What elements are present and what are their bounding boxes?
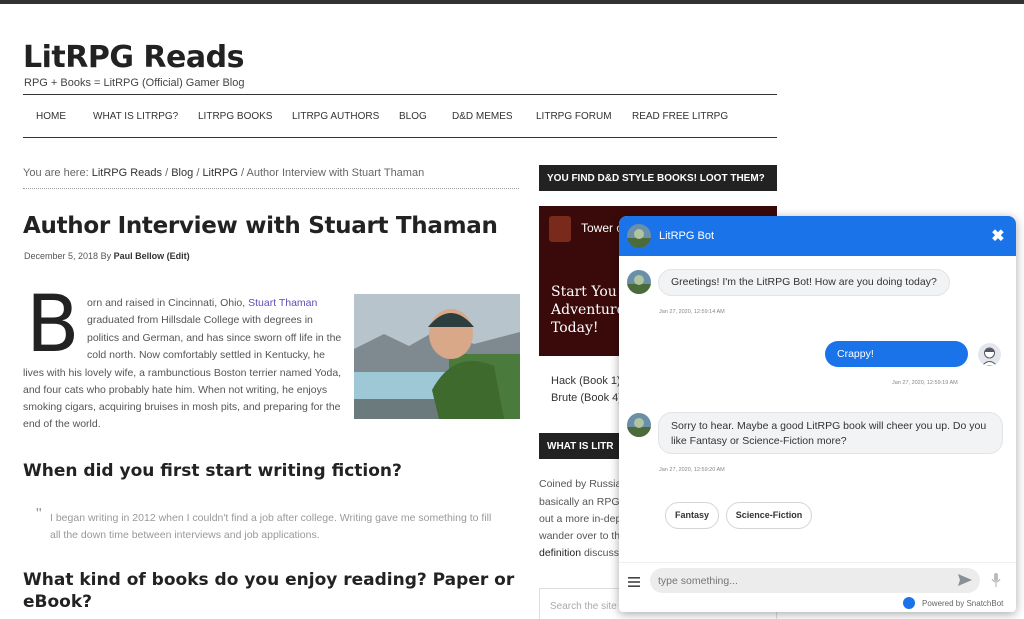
post-date: December 5, 2018 — [24, 251, 99, 261]
intro-line: politics and German, and has since sworn… — [87, 332, 342, 344]
bot-message-line: Sorry to hear. Maybe a good LitRPG book … — [671, 420, 987, 432]
chat-message-input[interactable] — [650, 568, 980, 593]
intro-line: end of the world. — [23, 418, 101, 430]
nav-item-home[interactable]: HOME — [36, 111, 66, 122]
bot-message: Sorry to hear. Maybe a good LitRPG book … — [658, 412, 1003, 454]
nav-item-dnd-memes[interactable]: D&D MEMES — [452, 111, 513, 122]
site-title[interactable]: LitRPG Reads — [23, 40, 244, 75]
definition-tail: discuss — [581, 547, 619, 559]
chat-title: LitRPG Bot — [659, 230, 715, 242]
quick-reply-science-fiction[interactable]: Science-Fiction — [726, 502, 812, 529]
bot-avatar — [627, 413, 651, 437]
send-icon[interactable] — [957, 572, 973, 588]
message-timestamp: Jan 27, 2020, 12:59:14 AM — [659, 309, 725, 315]
definition-link[interactable]: definition — [539, 547, 581, 559]
chat-input-row — [619, 562, 1016, 594]
banner-title: Tower o — [581, 221, 624, 235]
nav-item-litrpg-authors[interactable]: LITRPG AUTHORS — [292, 111, 379, 122]
nav-item-litrpg-books[interactable]: LITRPG BOOKS — [198, 111, 272, 122]
bot-avatar — [627, 270, 651, 294]
bot-message-line: like Fantasy or Science-Fiction more? — [671, 435, 847, 447]
breadcrumb-separator: / — [196, 167, 200, 179]
powered-by-link[interactable]: Powered by SnatchBot — [922, 599, 1003, 608]
sidebar-text: basically an RPG — [539, 496, 620, 508]
drop-cap: B — [26, 280, 80, 370]
sidebar-widget-title: YOU FIND D&D STYLE BOOKS! LOOT THEM? — [539, 165, 777, 191]
intro-text: orn and raised in Cincinnati, Ohio, — [87, 297, 246, 309]
breadcrumb-separator: / — [240, 167, 245, 179]
author-name-link[interactable]: Stuart Thaman — [248, 297, 317, 309]
top-border — [0, 0, 1024, 4]
breadcrumb: You are here: LitRPG Reads / Blog / LitR… — [23, 167, 519, 189]
bot-avatar — [627, 224, 651, 248]
section-heading: When did you first start writing fiction… — [23, 461, 402, 481]
mic-icon[interactable] — [991, 572, 1001, 588]
nav-item-what-is-litrpg[interactable]: WHAT IS LITRPG? — [93, 111, 178, 122]
breadcrumb-link-home[interactable]: LitRPG Reads — [92, 167, 162, 179]
breadcrumb-prefix: You are here: — [23, 167, 89, 179]
post-author-link[interactable]: Paul Bellow — [114, 251, 165, 261]
breadcrumb-current: Author Interview with Stuart Thaman — [246, 167, 425, 179]
section-heading: What kind of books do you enjoy reading?… — [23, 570, 515, 590]
nav-item-read-free-litrpg[interactable]: READ FREE LITRPG — [632, 111, 728, 122]
nav-item-litrpg-forum[interactable]: LITRPG FORUM — [536, 111, 612, 122]
banner-text: Today! — [551, 320, 599, 336]
bot-message: Greetings! I'm the LitRPG Bot! How are y… — [658, 269, 950, 296]
breadcrumb-link-litrpg[interactable]: LitRPG — [202, 167, 237, 179]
section-heading: eBook? — [23, 592, 93, 612]
message-timestamp: Jan 27, 2020, 12:59:20 AM — [659, 467, 725, 473]
chat-widget: LitRPG Bot ✖ Greetings! I'm the LitRPG B… — [619, 216, 1016, 612]
site-description: RPG + Books = LitRPG (Official) Gamer Bl… — [24, 77, 245, 89]
nav-item-blog[interactable]: BLOG — [399, 111, 427, 122]
intro-line: smoking cigars, acquiring bruises in mos… — [23, 401, 341, 413]
quick-reply-fantasy[interactable]: Fantasy — [665, 502, 719, 529]
sidebar-text: Coined by Russia — [539, 478, 622, 490]
menu-icon[interactable] — [628, 574, 640, 587]
intro-line: and four cats who probably hate him. Whe… — [23, 384, 328, 396]
intro-line: orn and raised in Cincinnati, Ohio, Stua… — [87, 297, 317, 309]
post-by: By — [100, 251, 112, 261]
banner-text: Adventure — [551, 302, 625, 318]
post-title: Author Interview with Stuart Thaman — [23, 213, 498, 239]
close-icon[interactable]: ✖ — [989, 226, 1007, 246]
intro-line: lives with his lovely wife, a rambunctio… — [23, 367, 342, 379]
intro-line: cold north. Now comfortably settled in K… — [87, 349, 325, 361]
post-meta: December 5, 2018 By Paul Bellow (Edit) — [24, 251, 190, 261]
user-avatar — [978, 343, 1001, 366]
user-message: Crappy! — [825, 341, 968, 367]
chat-header: LitRPG Bot ✖ — [619, 216, 1016, 256]
quote-line: I began writing in 2012 when I couldn't … — [50, 512, 492, 524]
post-edit-link[interactable]: (Edit) — [167, 251, 190, 261]
main-nav: HOME WHAT IS LITRPG? LITRPG BOOKS LITRPG… — [23, 94, 777, 138]
sidebar-text: wander over to th — [539, 530, 621, 542]
book-link[interactable]: Hack (Book 1) — [551, 375, 621, 387]
banner-text: Start You — [551, 284, 617, 300]
quote-line: all the down time between interviews and… — [50, 529, 320, 541]
breadcrumb-separator: / — [165, 167, 169, 179]
book-link[interactable]: Brute (Book 4) — [551, 392, 622, 404]
quote-mark: " — [36, 506, 42, 523]
author-photo — [354, 294, 520, 419]
breadcrumb-link-blog[interactable]: Blog — [171, 167, 193, 179]
intro-line: graduated from Hillsdale College with de… — [87, 314, 313, 326]
sidebar-text: out a more in-dep — [539, 513, 622, 525]
snatchbot-logo-icon — [903, 597, 915, 609]
message-timestamp: Jan 27, 2020, 12:59:19 AM — [892, 380, 958, 386]
sidebar-text: definition discuss — [539, 547, 619, 559]
book-cover-icon — [549, 216, 571, 242]
